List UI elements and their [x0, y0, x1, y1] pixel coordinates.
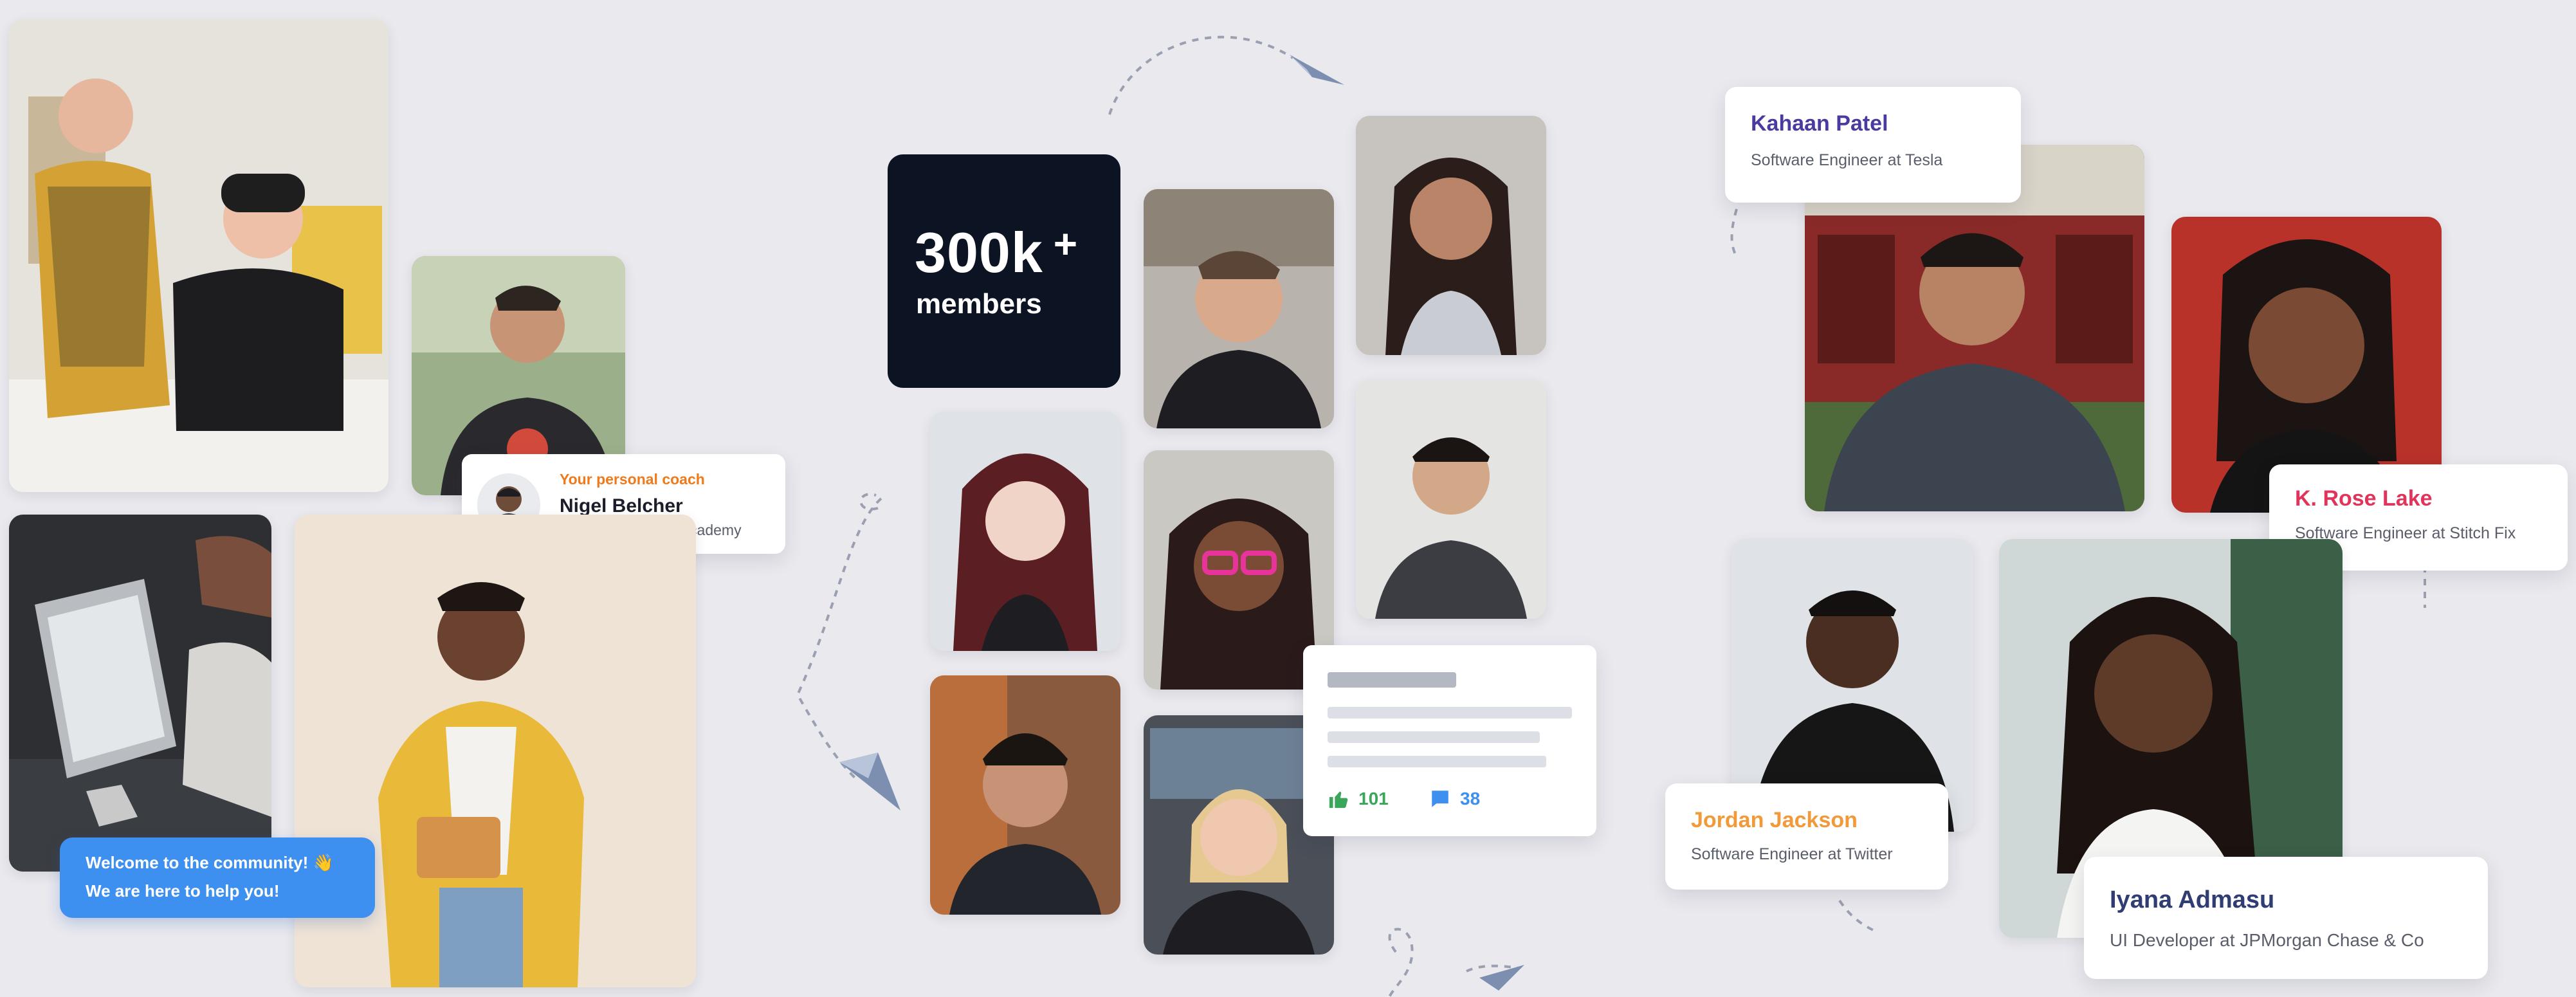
profile-role: Software Engineer at Twitter	[1691, 845, 1893, 863]
post-line-placeholder	[1328, 756, 1546, 767]
comment-icon	[1432, 791, 1448, 807]
comment-button[interactable]: 38	[1429, 788, 1480, 810]
profile-card-jordan-jackson[interactable]: Jordan Jackson Software Engineer at Twit…	[1665, 783, 1948, 890]
profile-name: Jordan Jackson	[1691, 808, 1858, 832]
member-photo-woman-dark-hair	[1356, 116, 1546, 355]
members-stat-card: 300k + members	[888, 154, 1120, 388]
profile-role: UI Developer at JPMorgan Chase & Co	[2110, 930, 2424, 950]
profile-card-kahaan-patel[interactable]: Kahaan Patel Software Engineer at Tesla	[1725, 87, 2021, 203]
profile-name: Iyana Admasu	[2110, 886, 2275, 913]
member-photo-woman-red-hair	[930, 412, 1120, 651]
welcome-line-2: We are here to help you!	[86, 881, 280, 901]
post-line-placeholder	[1328, 731, 1540, 743]
member-photo-man-beard	[930, 675, 1120, 915]
members-label: members	[916, 288, 1042, 320]
member-photo-young-man	[1356, 380, 1546, 619]
welcome-bubble: Welcome to the community! 👋 We are here …	[60, 837, 375, 918]
like-count: 101	[1358, 789, 1389, 809]
profile-name: K. Rose Lake	[2295, 486, 2433, 511]
like-button[interactable]: 101	[1328, 788, 1389, 810]
paper-plane-icon	[1290, 55, 1344, 85]
members-count: 300k +	[915, 221, 1079, 284]
profile-role: Software Engineer at Tesla	[1751, 151, 1943, 169]
post-line-placeholder	[1328, 707, 1572, 718]
photo-laptop-work	[9, 515, 271, 872]
paper-plane-icon	[839, 753, 900, 810]
plus-sign: +	[1053, 221, 1079, 267]
profile-card-iyana-admasu[interactable]: Iyana Admasu UI Developer at JPMorgan Ch…	[2084, 857, 2488, 979]
photo-mentoring-session	[9, 19, 388, 492]
coach-label: Your personal coach	[560, 471, 705, 488]
profile-name: Kahaan Patel	[1751, 111, 1888, 136]
post-title-placeholder	[1328, 672, 1456, 688]
post-card[interactable]: 101 38	[1303, 645, 1596, 836]
paper-plane-icon	[1479, 965, 1524, 991]
coach-name: Nigel Belcher	[560, 495, 683, 517]
member-photo-man-smiling	[1144, 189, 1334, 428]
welcome-line-1: Welcome to the community! 👋	[86, 853, 334, 872]
thumbs-up-icon	[1329, 791, 1348, 809]
comment-count: 38	[1460, 789, 1481, 809]
